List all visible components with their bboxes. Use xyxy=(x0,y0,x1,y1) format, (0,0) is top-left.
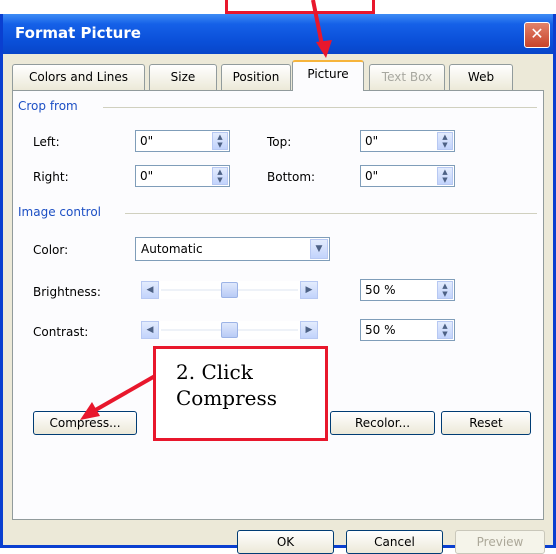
spinner-arrows-icon[interactable]: ▲ ▼ xyxy=(437,281,453,299)
scroll-right-icon[interactable]: ▶ xyxy=(300,281,318,299)
spinner-arrows-icon[interactable]: ▲ ▼ xyxy=(437,321,453,339)
color-select-value[interactable]: Automatic xyxy=(141,242,203,256)
preview-button: Preview xyxy=(455,530,545,554)
crop-right-spinner[interactable]: 0" ▲ ▼ xyxy=(135,165,230,187)
color-select[interactable]: Automatic ▼ xyxy=(135,237,330,261)
contrast-label: Contrast: xyxy=(33,325,89,339)
crop-top-label: Top: xyxy=(267,135,292,149)
scroll-left-icon[interactable]: ◀ xyxy=(141,281,159,299)
spinner-arrows-icon[interactable]: ▲ ▼ xyxy=(212,167,228,185)
crop-from-heading: Crop from xyxy=(18,99,78,113)
callout-line-1: 2. Click xyxy=(176,360,253,384)
tab-position[interactable]: Position xyxy=(221,64,291,90)
spinner-arrows-icon[interactable]: ▲ ▼ xyxy=(437,132,453,150)
scroll-left-icon[interactable]: ◀ xyxy=(141,321,159,339)
image-control-heading: Image control xyxy=(18,205,101,219)
color-label: Color: xyxy=(33,243,69,257)
crop-right-label: Right: xyxy=(33,170,69,184)
contrast-slider[interactable]: ◀ ▶ xyxy=(141,321,318,339)
cancel-button[interactable]: Cancel xyxy=(346,530,443,554)
instruction-callout: 2. Click Compress xyxy=(153,346,328,441)
tab-text-box: Text Box xyxy=(369,64,445,90)
compress-button[interactable]: Compress... xyxy=(33,411,137,435)
tab-size[interactable]: Size xyxy=(149,64,217,90)
brightness-slider[interactable]: ◀ ▶ xyxy=(141,281,318,299)
close-icon[interactable]: ✕ xyxy=(524,22,550,48)
crop-right-value[interactable]: 0" xyxy=(140,169,153,183)
brightness-slider-thumb[interactable] xyxy=(221,282,238,298)
crop-left-spinner[interactable]: 0" ▲ ▼ xyxy=(135,130,230,152)
brightness-value[interactable]: 50 % xyxy=(365,283,396,297)
crop-bottom-value[interactable]: 0" xyxy=(365,169,378,183)
crop-bottom-label: Bottom: xyxy=(267,170,316,184)
contrast-slider-thumb[interactable] xyxy=(221,322,238,338)
tab-picture[interactable]: Picture xyxy=(292,60,364,91)
spinner-arrows-icon[interactable]: ▲ ▼ xyxy=(212,132,228,150)
spinner-arrows-icon[interactable]: ▲ ▼ xyxy=(437,167,453,185)
contrast-spinner[interactable]: 50 % ▲ ▼ xyxy=(360,319,455,341)
crop-top-value[interactable]: 0" xyxy=(365,134,378,148)
recolor-button[interactable]: Recolor... xyxy=(330,411,435,435)
crop-bottom-spinner[interactable]: 0" ▲ ▼ xyxy=(360,165,455,187)
contrast-value[interactable]: 50 % xyxy=(365,323,396,337)
scroll-right-icon[interactable]: ▶ xyxy=(300,321,318,339)
picture-tab-panel: Crop from Left: 0" ▲ ▼ Top: 0" ▲ ▼ Right: … xyxy=(12,90,544,520)
crop-left-label: Left: xyxy=(33,135,60,149)
chevron-down-icon[interactable]: ▼ xyxy=(310,239,328,259)
crop-top-spinner[interactable]: 0" ▲ ▼ xyxy=(360,130,455,152)
brightness-label: Brightness: xyxy=(33,285,101,299)
dialog-title: Format Picture xyxy=(15,24,141,42)
section-divider xyxy=(125,213,537,214)
crop-left-value[interactable]: 0" xyxy=(140,134,153,148)
format-picture-dialog: Format Picture ✕ Colors and Lines Size P… xyxy=(0,14,556,554)
tab-colors-and-lines[interactable]: Colors and Lines xyxy=(12,64,145,90)
top-callout-box xyxy=(225,0,375,14)
callout-line-2: Compress xyxy=(176,386,278,410)
brightness-spinner[interactable]: 50 % ▲ ▼ xyxy=(360,279,455,301)
tab-web[interactable]: Web xyxy=(449,64,513,90)
ok-button[interactable]: OK xyxy=(237,530,334,554)
reset-button[interactable]: Reset xyxy=(441,411,531,435)
title-bar[interactable]: Format Picture ✕ xyxy=(3,14,553,54)
section-divider xyxy=(103,107,537,108)
